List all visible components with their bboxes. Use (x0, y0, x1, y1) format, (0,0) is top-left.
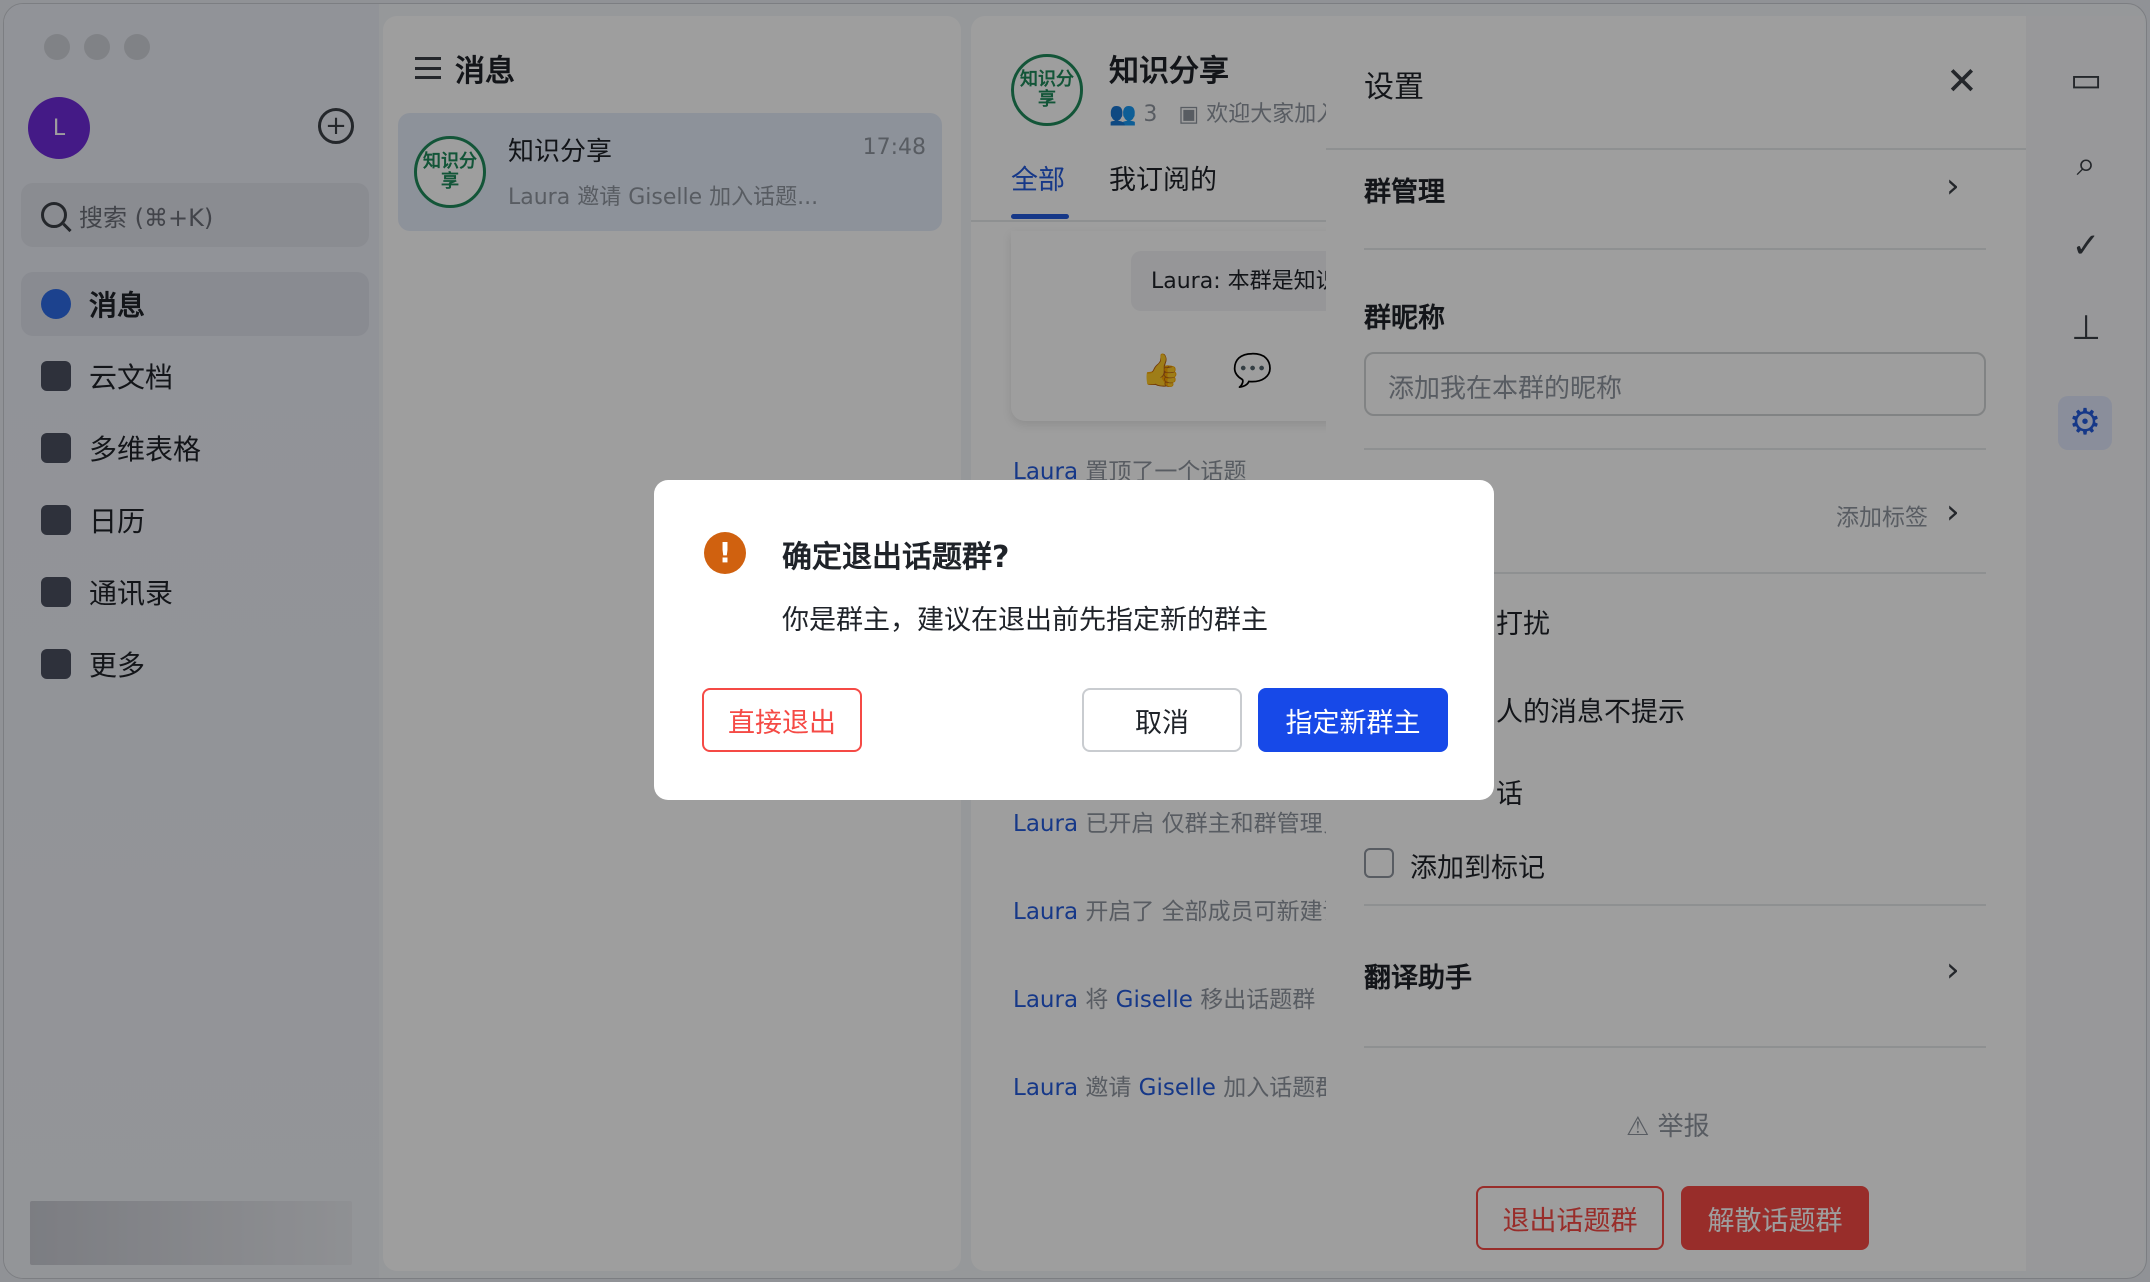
assign-new-owner-button[interactable]: 指定新群主 (1258, 688, 1448, 752)
cancel-button[interactable]: 取消 (1082, 688, 1242, 752)
dialog-title: 确定退出话题群? (782, 540, 1010, 575)
quit-directly-button[interactable]: 直接退出 (702, 688, 862, 752)
dialog-message: 你是群主，建议在退出前先指定新的群主 (782, 605, 1268, 636)
warning-icon: ! (704, 532, 746, 574)
